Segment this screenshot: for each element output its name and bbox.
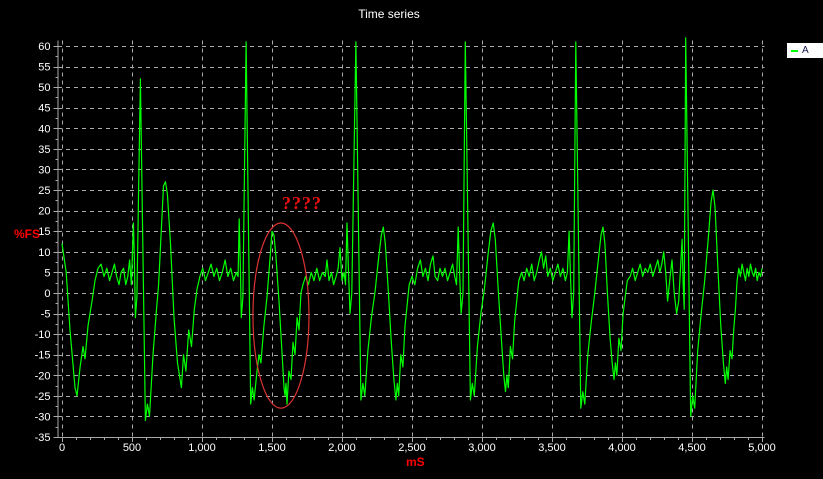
chart-title: Time series <box>358 7 420 21</box>
y-tick-label: 60 <box>38 41 50 53</box>
y-tick-label: 35 <box>38 144 50 156</box>
y-tick-label: 50 <box>38 82 50 94</box>
plot-canvas[interactable]: 605550454035302520151050-5-10-15-20-25-3… <box>0 0 823 479</box>
series-line-swatch <box>791 49 798 52</box>
x-tick-label: 0 <box>59 442 65 454</box>
x-tick-label: 2,000 <box>328 442 356 454</box>
x-tick-label: 2,500 <box>398 442 426 454</box>
y-tick-label: 55 <box>38 62 50 74</box>
y-tick-label: -25 <box>35 391 51 403</box>
y-tick-label: 30 <box>38 164 50 176</box>
x-tick-label: 1,000 <box>188 442 216 454</box>
y-tick-label: 15 <box>38 226 50 238</box>
x-tick-label: 5,000 <box>748 442 776 454</box>
y-tick-label: 45 <box>38 103 50 115</box>
y-axis-unit-label: %FS <box>14 227 41 241</box>
y-tick-label: 40 <box>38 123 50 135</box>
y-tick-label: 5 <box>44 267 50 279</box>
annotation-question-marks: ???? <box>282 193 322 213</box>
annotation-ellipse <box>252 222 310 409</box>
legend-series-a[interactable]: A <box>787 43 823 58</box>
y-tick-label: 0 <box>44 288 50 300</box>
x-tick-label: 4,500 <box>678 442 706 454</box>
y-tick-label: -20 <box>35 370 51 382</box>
x-tick-label: 4,000 <box>608 442 636 454</box>
y-tick-label: -35 <box>35 432 51 444</box>
y-tick-label: -15 <box>35 350 51 362</box>
x-tick-label: 1,500 <box>258 442 286 454</box>
x-axis-unit-label: mS <box>406 455 425 469</box>
y-tick-label: 10 <box>38 247 50 259</box>
y-tick-label: 25 <box>38 185 50 197</box>
x-tick-label: 500 <box>123 442 141 454</box>
y-tick-label: -10 <box>35 329 51 341</box>
y-tick-label: 20 <box>38 206 50 218</box>
y-tick-label: -30 <box>35 411 51 423</box>
grid-and-axes <box>53 40 765 442</box>
legend-series-label: A <box>802 44 809 56</box>
x-tick-label: 3,500 <box>538 442 566 454</box>
y-tick-label: -5 <box>41 309 51 321</box>
x-tick-label: 3,000 <box>468 442 496 454</box>
